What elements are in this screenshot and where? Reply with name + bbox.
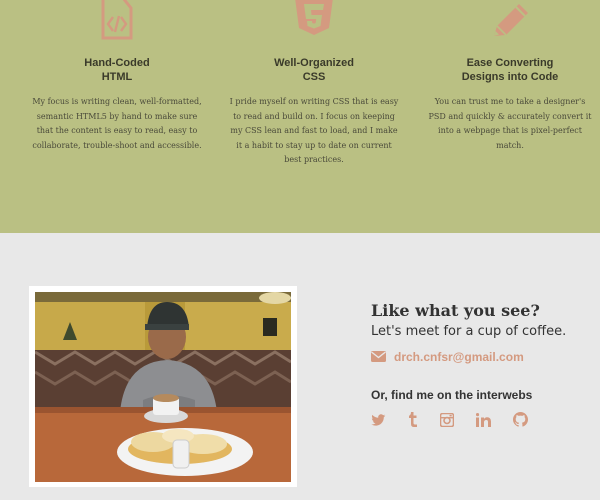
contact-subheading: Let's meet for a cup of coffee. [371,324,567,339]
css3-icon [291,0,337,44]
skill-title: Well-Organized CSS [274,57,354,83]
contact-heading: Like what you see? [371,301,540,320]
skill-description: My focus is writing clean, well-formatte… [32,97,202,150]
skill-description: You can trust me to take a designer's PS… [428,97,592,150]
skill-title: Ease Converting Designs into Code [461,57,559,83]
profile-photo [35,292,291,482]
skills-section: Hand-Coded HTML My focus is writing clea… [0,0,600,233]
skill-title: Hand-Coded HTML [84,57,150,83]
twitter-icon[interactable] [371,412,386,431]
email-row: drch.cnfsr@gmail.com [371,347,591,366]
contact-section: Like what you see? Let's meet for a cup … [371,300,591,431]
pencil-icon [488,0,532,44]
code-file-icon [100,0,134,44]
skill-description: I pride myself on writing CSS that is ea… [229,97,399,165]
linkedin-icon[interactable] [475,412,491,431]
envelope-icon [371,347,386,366]
instagram-icon[interactable] [439,412,455,431]
social-links [371,412,591,431]
github-icon[interactable] [513,412,528,431]
email-link[interactable]: drch.cnfsr@gmail.com [394,350,524,364]
social-heading: Or, find me on the interwebs [371,388,533,402]
tumblr-icon[interactable] [408,412,418,431]
